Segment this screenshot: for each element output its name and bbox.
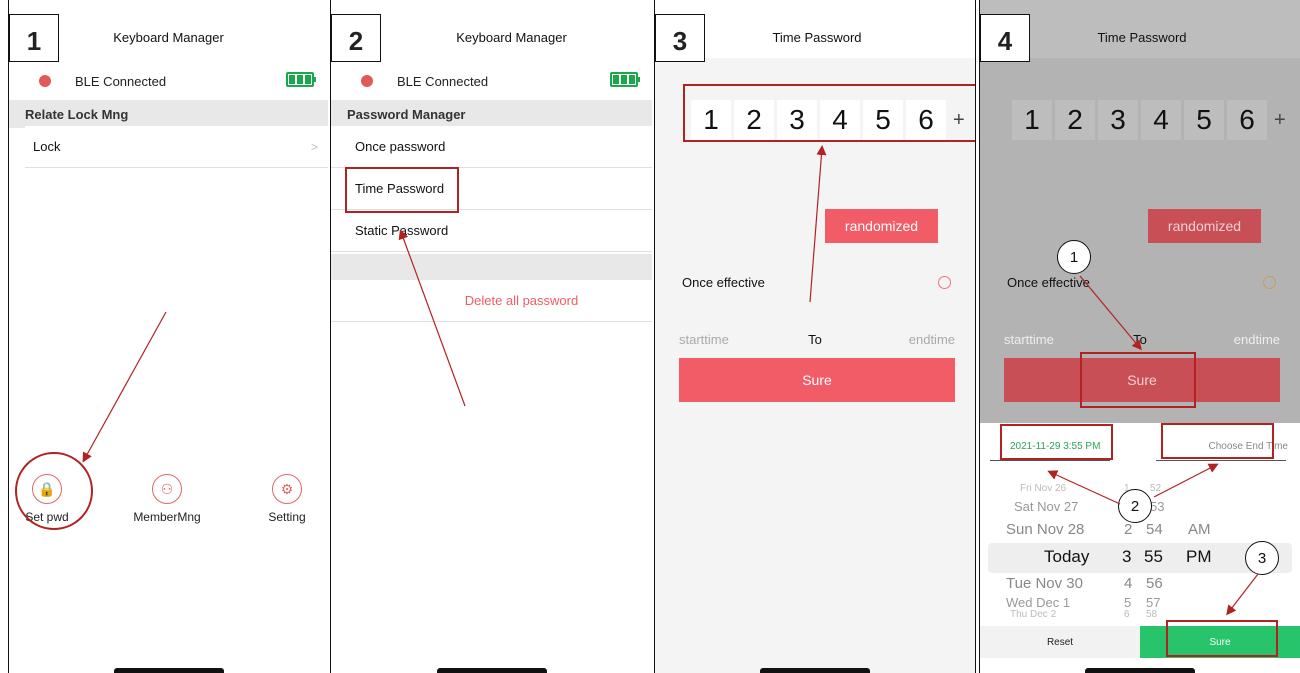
ble-status-text: BLE Connected bbox=[397, 73, 489, 89]
highlight-box bbox=[1080, 352, 1196, 408]
step-number-1: 1 bbox=[9, 14, 59, 62]
section-spacer bbox=[331, 254, 652, 280]
highlight-circle bbox=[15, 452, 93, 530]
highlight-box bbox=[1000, 424, 1113, 460]
once-effective-radio[interactable] bbox=[938, 275, 951, 289]
highlight-box bbox=[1161, 423, 1274, 459]
once-effective-row: Once effective bbox=[980, 270, 1300, 294]
password-digit: 6 bbox=[1227, 100, 1267, 140]
reset-button[interactable]: Reset bbox=[980, 626, 1140, 658]
highlight-box bbox=[1166, 620, 1278, 657]
tab-label: MemberMng bbox=[133, 510, 201, 524]
tab-label: Setting bbox=[268, 510, 306, 524]
endtime-field[interactable]: endtime bbox=[909, 332, 955, 347]
ble-status-text: BLE Connected bbox=[75, 73, 167, 89]
home-indicator bbox=[760, 668, 870, 673]
time-range-row: starttime To endtime bbox=[980, 332, 1300, 352]
battery-icon bbox=[286, 72, 316, 87]
tutorial-stage: 1 Keyboard Manager BLE Connected Relate … bbox=[0, 0, 1300, 673]
add-digit-button[interactable]: + bbox=[1274, 109, 1286, 132]
password-digit: 1 bbox=[1012, 100, 1052, 140]
tab-setting[interactable]: ⚙ Setting bbox=[252, 474, 322, 524]
wheel-row: Tue Nov 30 4 56 bbox=[1006, 575, 1163, 592]
to-label: To bbox=[808, 332, 822, 347]
password-digit: 4 bbox=[1141, 100, 1181, 140]
panel-time-password: 3 Time Password Time Password 1 2 3 4 5 … bbox=[654, 0, 976, 673]
section-header: Password Manager bbox=[331, 100, 652, 128]
home-indicator bbox=[436, 668, 547, 673]
step-number-3: 3 bbox=[655, 14, 705, 62]
starttime-field[interactable]: starttime bbox=[1004, 332, 1054, 347]
section-header: Relate Lock Mng bbox=[9, 100, 328, 128]
callout-3: 3 bbox=[1245, 541, 1279, 575]
once-effective-label: Once effective bbox=[1007, 274, 1090, 290]
highlight-box bbox=[345, 167, 459, 213]
gear-icon: ⚙ bbox=[272, 474, 302, 504]
sure-button[interactable]: Sure bbox=[679, 358, 955, 402]
endtime-field[interactable]: endtime bbox=[1234, 332, 1280, 347]
delete-all-password-button[interactable]: Delete all password bbox=[331, 280, 652, 322]
wheel-row: Sun Nov 28 2 54 AM bbox=[1006, 521, 1211, 538]
password-digits: 1 2 3 4 5 6 + bbox=[1012, 100, 1286, 140]
password-digit: 3 bbox=[1098, 100, 1138, 140]
panel-time-password-picker: 4 Time Password 1 2 3 4 5 6 + randomized… bbox=[979, 0, 1300, 673]
password-digit: 2 bbox=[1055, 100, 1095, 140]
starttime-field[interactable]: starttime bbox=[679, 332, 729, 347]
ble-status-row: BLE Connected bbox=[9, 66, 328, 96]
highlight-box bbox=[683, 84, 975, 142]
randomize-button[interactable]: randomized bbox=[825, 209, 938, 243]
once-effective-label: Once effective bbox=[682, 274, 765, 290]
panel-password-manager: 2 Keyboard Manager BLE Connected Passwor… bbox=[330, 0, 652, 673]
end-underline bbox=[1156, 460, 1286, 461]
home-indicator bbox=[113, 668, 224, 673]
password-digit: 5 bbox=[1184, 100, 1224, 140]
members-icon: ⚇ bbox=[152, 474, 182, 504]
battery-icon bbox=[610, 72, 640, 87]
once-effective-radio[interactable] bbox=[1263, 275, 1276, 289]
list-item-label: Once password bbox=[355, 139, 446, 154]
to-label: To bbox=[1133, 332, 1147, 347]
home-indicator bbox=[1085, 668, 1195, 673]
list-item-label: Static Password bbox=[355, 223, 449, 238]
once-effective-row: Once effective bbox=[655, 270, 975, 294]
panel-keyboard-manager-home: 1 Keyboard Manager BLE Connected Relate … bbox=[8, 0, 328, 673]
callout-2: 2 bbox=[1118, 489, 1152, 523]
tab-member-mng[interactable]: ⚇ MemberMng bbox=[132, 474, 202, 524]
status-dot bbox=[39, 75, 51, 87]
status-dot bbox=[361, 75, 373, 87]
list-item-static-password[interactable]: Static Password bbox=[331, 210, 652, 252]
delete-all-label: Delete all password bbox=[464, 293, 579, 308]
randomize-button[interactable]: randomized bbox=[1148, 209, 1261, 243]
callout-1: 1 bbox=[1057, 240, 1091, 274]
ble-status-row: BLE Connected bbox=[331, 66, 652, 96]
list-item-label: Lock bbox=[33, 139, 61, 154]
list-item-once-password[interactable]: Once password bbox=[331, 126, 652, 168]
wheel-row: Thu Dec 2 6 58 bbox=[1010, 609, 1158, 619]
step-number-2: 2 bbox=[331, 14, 381, 62]
chevron-right-icon: > bbox=[310, 139, 318, 154]
time-range-row: starttime To endtime bbox=[655, 332, 975, 352]
step-number-4: 4 bbox=[980, 14, 1030, 62]
list-item-lock[interactable]: Lock > bbox=[25, 126, 328, 168]
start-underline bbox=[990, 460, 1110, 461]
